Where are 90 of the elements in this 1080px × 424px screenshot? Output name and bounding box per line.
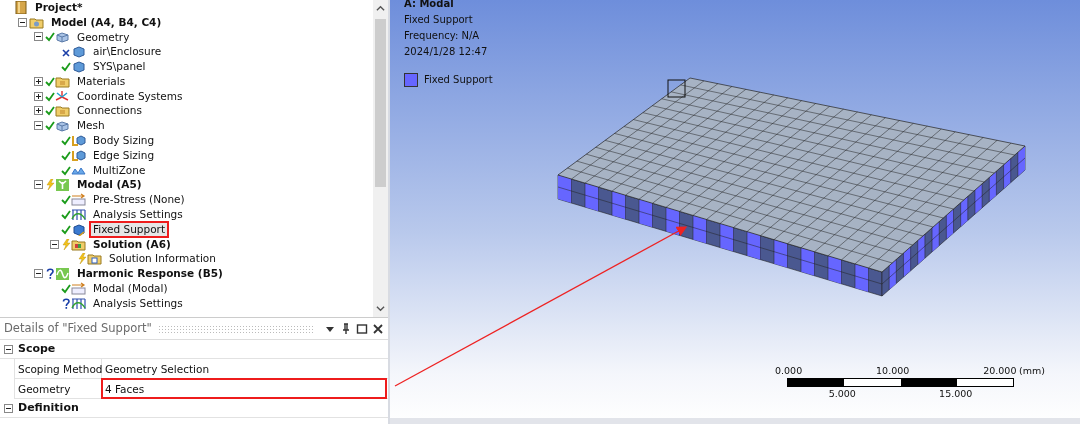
collapse-icon[interactable] [4, 403, 13, 413]
tree-item[interactable]: Solution (A6) [89, 235, 175, 253]
collapse-icon[interactable] [4, 344, 13, 354]
arrow-icon [71, 282, 86, 296]
collapse-icon[interactable] [34, 121, 43, 131]
folder-icon [29, 15, 44, 29]
property-name: Geometry [15, 379, 102, 398]
property-name: Scoping Method [15, 359, 102, 378]
scale-label: 20.000 [983, 364, 1017, 378]
check-icon [61, 164, 71, 176]
tree-item[interactable]: Modal (A5) [73, 176, 146, 194]
wave-icon [55, 267, 70, 281]
scroll-up-icon[interactable] [376, 4, 385, 13]
check-icon [45, 105, 55, 117]
tree-item[interactable]: Model (A4, B4, C4) [47, 13, 166, 31]
antenna-icon [55, 178, 70, 192]
collapse-icon[interactable] [50, 239, 59, 249]
tree-item[interactable]: Harmonic Response (B5) [73, 265, 227, 283]
check-icon [61, 61, 71, 73]
check-icon [45, 75, 55, 87]
cube-icon [71, 134, 86, 148]
check-icon [45, 120, 55, 132]
collapse-icon[interactable] [18, 17, 27, 27]
folder-icon [55, 104, 70, 118]
property-value[interactable]: Geometry Selection [102, 359, 388, 378]
viewport-info: 2024/1/28 12:47 [404, 45, 489, 59]
tree-item[interactable]: Mesh [73, 117, 109, 135]
tree-item[interactable]: Project* [31, 0, 87, 16]
cube-icon [71, 222, 86, 236]
viewport-info: Frequency: N/A [404, 29, 481, 43]
grid-icon [71, 208, 86, 222]
check-icon [61, 223, 71, 235]
check-icon [45, 90, 55, 102]
3d-viewport[interactable]: A: Modal Fixed Support Frequency: N/A 2024/1/28 12:47 Fixed Support 0.000 10.000 20.000 (mm) 5.000 15.000 [390, 0, 1080, 424]
scale-label: 15.000 [939, 387, 973, 402]
tree-item[interactable]: Pre-Stress (None) [89, 191, 189, 209]
scale-label: 5.000 [828, 387, 856, 402]
cube-icon [71, 60, 86, 74]
folder-icon [87, 252, 102, 266]
question-mark-icon [45, 268, 55, 280]
cross-icon [61, 46, 71, 58]
check-icon [61, 209, 71, 221]
folder-icon [71, 237, 86, 251]
check-icon [61, 283, 71, 295]
scrollbar[interactable] [373, 0, 388, 317]
scale-label: 10.000 [876, 364, 910, 378]
collapse-icon[interactable] [34, 180, 43, 190]
tree-item[interactable]: Fixed Support [89, 220, 170, 238]
maximize-icon[interactable] [356, 322, 368, 335]
cube-icon [71, 148, 86, 162]
tree-item[interactable]: Coordinate Systems [73, 87, 187, 105]
check-icon [61, 135, 71, 147]
expand-icon[interactable] [34, 91, 43, 101]
tree-item[interactable]: air\Enclosure [89, 43, 166, 61]
selection-marker-icon [667, 79, 686, 98]
tree-item[interactable]: MultiZone [89, 161, 150, 179]
expand-icon[interactable] [34, 76, 43, 86]
lightning-icon [77, 253, 87, 265]
cube-icon [71, 45, 86, 59]
cubes-icon [55, 30, 70, 44]
lightning-icon [45, 179, 55, 191]
legend-label: Fixed Support [424, 73, 493, 87]
check-icon [61, 194, 71, 206]
cubes-icon [55, 119, 70, 133]
scroll-down-icon[interactable] [376, 304, 385, 313]
tree-item[interactable]: Connections [73, 102, 146, 120]
book-icon [13, 0, 28, 14]
tree-item[interactable]: Solution Information [105, 250, 220, 268]
check-icon [61, 149, 71, 161]
collapse-icon[interactable] [34, 269, 43, 279]
folder-icon [55, 74, 70, 88]
collapse-icon[interactable] [34, 32, 43, 42]
question-mark-icon [61, 297, 71, 309]
panel-title: Details of "Fixed Support" [4, 319, 152, 337]
property-value[interactable]: 4 Faces [102, 379, 386, 398]
check-icon [45, 31, 55, 43]
scale-label: 0.000 [775, 364, 803, 378]
scale-unit: (mm) [1019, 364, 1045, 378]
lightning-icon [61, 238, 71, 250]
tree-item[interactable]: Geometry [73, 28, 134, 46]
expand-icon[interactable] [34, 106, 43, 116]
arrow-icon [71, 193, 86, 207]
group-heading: Definition [18, 399, 79, 416]
grid-icon [71, 296, 86, 310]
close-icon[interactable] [372, 322, 384, 335]
viewport-title: A: Modal [404, 0, 455, 11]
pin-icon[interactable] [340, 322, 352, 335]
group-heading: Scope [18, 340, 56, 357]
axes-icon [55, 89, 70, 103]
viewport-info: Fixed Support [404, 13, 474, 27]
